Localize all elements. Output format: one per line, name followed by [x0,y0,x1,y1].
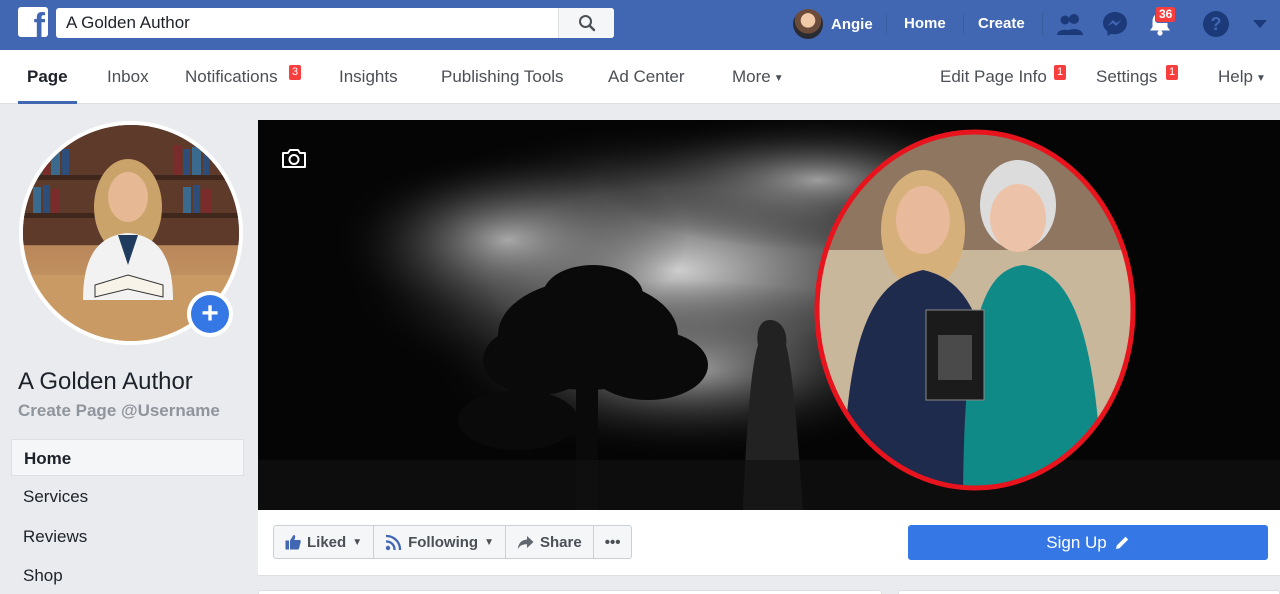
help-icon[interactable]: ? [1202,10,1230,38]
page-tab-bar: Page Inbox Notifications 3 Insights Publ… [0,50,1280,104]
divider [886,13,887,35]
caret-down-icon: ▼ [773,73,784,84]
divider [1042,13,1043,35]
search-bar[interactable]: A Golden Author [56,8,614,38]
sign-up-button[interactable]: Sign Up [908,525,1268,560]
cover-photo[interactable] [258,120,1280,510]
sidebar-item-home[interactable]: Home [11,439,244,476]
rss-icon [385,534,402,550]
svg-text:?: ? [1211,14,1222,34]
edit-page-info-badge: 1 [1054,65,1067,80]
share-button[interactable]: Share [506,526,594,558]
tab-settings[interactable]: Settings [1096,50,1157,104]
avatar [793,9,823,39]
content-card [258,590,882,594]
share-label: Share [539,533,582,551]
tab-page[interactable]: Page [18,50,77,104]
more-options-button[interactable]: ••• [594,526,632,558]
tab-edit-page-info[interactable]: Edit Page Info [940,50,1047,104]
tab-insights[interactable]: Insights [339,50,398,104]
create-username-link[interactable]: Create Page @Username [18,401,220,421]
sign-up-label: Sign Up [1046,532,1107,552]
sidebar-item-reviews[interactable]: Reviews [11,518,244,555]
search-button[interactable] [558,8,614,38]
tab-more[interactable]: More ▼ [732,50,784,104]
friends-icon[interactable] [1056,10,1084,38]
camera-icon[interactable] [281,147,307,169]
page-actions: Liked ▼ Following ▼ Share ••• [273,525,633,559]
caret-down-icon: ▼ [484,536,494,548]
settings-badge: 1 [1166,65,1179,80]
following-label: Following [408,533,479,551]
add-profile-photo-button[interactable]: + [187,291,233,337]
liked-label: Liked [307,533,347,551]
tab-notifications[interactable]: Notifications [185,50,278,104]
tab-ad-center[interactable]: Ad Center [608,50,685,104]
content-card [898,590,1280,594]
facebook-logo-icon[interactable]: f [18,7,48,37]
page-title: A Golden Author [18,368,193,395]
user-name: Angie [831,15,873,33]
sidebar-item-services[interactable]: Services [11,478,244,515]
divider [963,13,964,35]
top-navigation-bar: f A Golden Author Angie Home Create 36 ? [0,0,1280,50]
share-arrow-icon [517,535,534,549]
tab-inbox[interactable]: Inbox [107,50,149,104]
following-button[interactable]: Following ▼ [374,526,506,558]
messenger-icon[interactable] [1101,10,1129,38]
plus-icon: + [191,295,229,333]
tab-publishing-tools[interactable]: Publishing Tools [441,50,564,104]
search-icon [578,15,595,32]
notifications-badge: 3 [289,65,302,80]
home-link[interactable]: Home [904,0,946,50]
create-link[interactable]: Create [978,0,1025,50]
tab-more-label: More [732,67,771,86]
tab-help[interactable]: Help ▼ [1218,50,1266,104]
tab-help-label: Help [1218,67,1253,86]
profile-link[interactable]: Angie [793,9,873,39]
pencil-icon [1115,536,1128,549]
caret-down-icon: ▼ [352,536,363,548]
sidebar-item-shop[interactable]: Shop [11,557,244,594]
notification-count-badge: 36 [1155,6,1177,23]
liked-button[interactable]: Liked ▼ [274,526,375,558]
thumbs-up-icon [285,535,301,550]
search-input[interactable]: A Golden Author [56,8,558,38]
account-menu-caret-icon[interactable] [1246,10,1274,38]
caret-down-icon: ▼ [1255,73,1266,84]
